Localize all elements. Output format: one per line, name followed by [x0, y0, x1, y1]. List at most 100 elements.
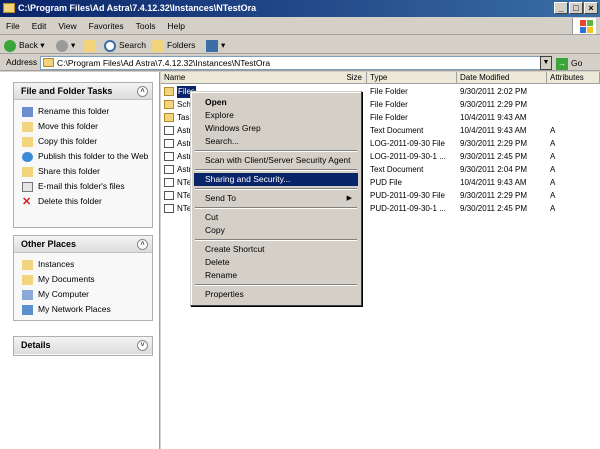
menu-properties[interactable]: Properties [194, 288, 358, 301]
menu-separator [195, 284, 357, 286]
place-my-network[interactable]: My Network Places [14, 302, 152, 317]
file-date: 9/30/2011 2:02 PM [460, 87, 528, 96]
file-attributes: A [550, 191, 556, 200]
menu-search[interactable]: Search... [194, 135, 358, 148]
file-type: File Folder [370, 100, 408, 109]
up-folder-button[interactable] [84, 37, 99, 53]
toolbar: Back ▾ ▾ Search Folders ▾ [0, 36, 600, 54]
folder-icon [3, 3, 15, 13]
address-input[interactable]: C:\Program Files\Ad Astra\7.4.12.32\Inst… [40, 56, 552, 70]
rename-folder-task[interactable]: Rename this folder [14, 104, 152, 119]
column-date[interactable]: Date Modified [457, 72, 547, 84]
file-attributes: A [550, 178, 556, 187]
document-icon [164, 139, 174, 148]
close-button[interactable]: × [584, 2, 598, 14]
address-dropdown-button[interactable]: ▼ [540, 56, 552, 70]
file-attributes: A [550, 139, 556, 148]
move-folder-task[interactable]: Move this folder [14, 119, 152, 134]
document-icon [164, 152, 174, 161]
documents-icon [22, 275, 33, 285]
menu-file[interactable]: File [0, 17, 26, 35]
collapse-icon[interactable]: ˄ [137, 239, 148, 250]
folder-icon [43, 58, 54, 67]
menu-open[interactable]: Open [194, 96, 358, 109]
folders-button[interactable]: Folders [152, 37, 195, 53]
file-date: 9/30/2011 2:29 PM [460, 100, 528, 109]
task-pane: File and Folder Tasks ˄ Rename this folde… [0, 72, 160, 449]
menu-favorites[interactable]: Favorites [83, 17, 130, 35]
menu-cut[interactable]: Cut [194, 211, 358, 224]
column-size[interactable]: Size [311, 72, 367, 84]
folder-icon [164, 100, 174, 109]
computer-icon [22, 290, 33, 300]
menu-sharing-security[interactable]: Sharing and Security... [194, 173, 358, 186]
document-icon [164, 165, 174, 174]
panel-header[interactable]: Other Places ˄ [14, 236, 152, 253]
panel-header[interactable]: Details ˅ [14, 337, 152, 354]
file-folder-tasks-panel: File and Folder Tasks ˄ Rename this folde… [13, 82, 153, 228]
column-attributes[interactable]: Attributes [547, 72, 600, 84]
file-date: 9/30/2011 2:29 PM [460, 139, 528, 148]
place-instances[interactable]: Instances [14, 257, 152, 272]
file-date: 10/4/2011 9:43 AM [460, 178, 527, 187]
file-type: Text Document [370, 126, 424, 135]
file-date: 9/30/2011 2:45 PM [460, 152, 528, 161]
file-date: 10/4/2011 9:43 AM [460, 126, 527, 135]
document-icon [164, 178, 174, 187]
menu-scan-security[interactable]: Scan with Client/Server Security Agent [194, 154, 358, 167]
context-menu: Open Explore Windows Grep Search... Scan… [190, 91, 362, 306]
expand-icon[interactable]: ˅ [137, 340, 148, 351]
menu-tools[interactable]: Tools [130, 17, 162, 35]
go-button[interactable]: → Go [556, 55, 582, 71]
folders-icon [152, 39, 164, 52]
place-my-computer[interactable]: My Computer [14, 287, 152, 302]
menu-copy[interactable]: Copy [194, 224, 358, 237]
file-name: Tas [177, 113, 190, 122]
menu-edit[interactable]: Edit [26, 17, 53, 35]
file-date: 10/4/2011 9:43 AM [460, 113, 527, 122]
file-attributes: A [550, 126, 556, 135]
menu-separator [195, 169, 357, 171]
file-date: 9/30/2011 2:45 PM [460, 204, 528, 213]
rename-icon [22, 107, 33, 117]
panel-header[interactable]: File and Folder Tasks ˄ [14, 83, 152, 100]
menu-create-shortcut[interactable]: Create Shortcut [194, 243, 358, 256]
place-my-documents[interactable]: My Documents [14, 272, 152, 287]
menu-send-to[interactable]: Send To ▶ [194, 192, 358, 205]
file-date: 9/30/2011 2:29 PM [460, 191, 528, 200]
title-bar: C:\Program Files\Ad Astra\7.4.12.32\Inst… [0, 0, 600, 17]
menu-explore[interactable]: Explore [194, 109, 358, 122]
file-type: LOG-2011-09-30 File [370, 139, 445, 148]
views-button[interactable]: ▾ [206, 37, 225, 53]
share-folder-task[interactable]: Share this folder [14, 164, 152, 179]
publish-folder-task[interactable]: Publish this folder to the Web [14, 149, 152, 164]
search-button[interactable]: Search [104, 37, 146, 53]
menu-windows-grep[interactable]: Windows Grep [194, 122, 358, 135]
collapse-icon[interactable]: ˄ [137, 86, 148, 97]
delete-folder-task[interactable]: ✕ Delete this folder [14, 194, 152, 209]
minimize-button[interactable]: _ [554, 2, 568, 14]
up-folder-icon [84, 39, 96, 52]
views-icon [206, 39, 218, 52]
menu-separator [195, 239, 357, 241]
email-files-task[interactable]: E-mail this folder's files [14, 179, 152, 194]
file-type: LOG-2011-09-30-1 ... [370, 152, 446, 161]
back-button[interactable]: Back ▾ [4, 37, 45, 53]
address-label: Address [6, 57, 38, 67]
menu-help[interactable]: Help [161, 17, 190, 35]
file-attributes: A [550, 165, 556, 174]
forward-button[interactable]: ▾ [56, 37, 75, 53]
share-icon [22, 167, 33, 177]
menu-view[interactable]: View [52, 17, 82, 35]
copy-folder-task[interactable]: Copy this folder [14, 134, 152, 149]
document-icon [164, 204, 174, 213]
column-type[interactable]: Type [367, 72, 457, 84]
file-type: PUD-2011-09-30-1 ... [370, 204, 446, 213]
forward-arrow-icon [56, 39, 68, 52]
maximize-button[interactable]: □ [569, 2, 583, 14]
move-icon [22, 122, 33, 132]
address-value: C:\Program Files\Ad Astra\7.4.12.32\Inst… [57, 58, 271, 68]
globe-icon [22, 152, 33, 162]
menu-delete[interactable]: Delete [194, 256, 358, 269]
menu-rename[interactable]: Rename [194, 269, 358, 282]
